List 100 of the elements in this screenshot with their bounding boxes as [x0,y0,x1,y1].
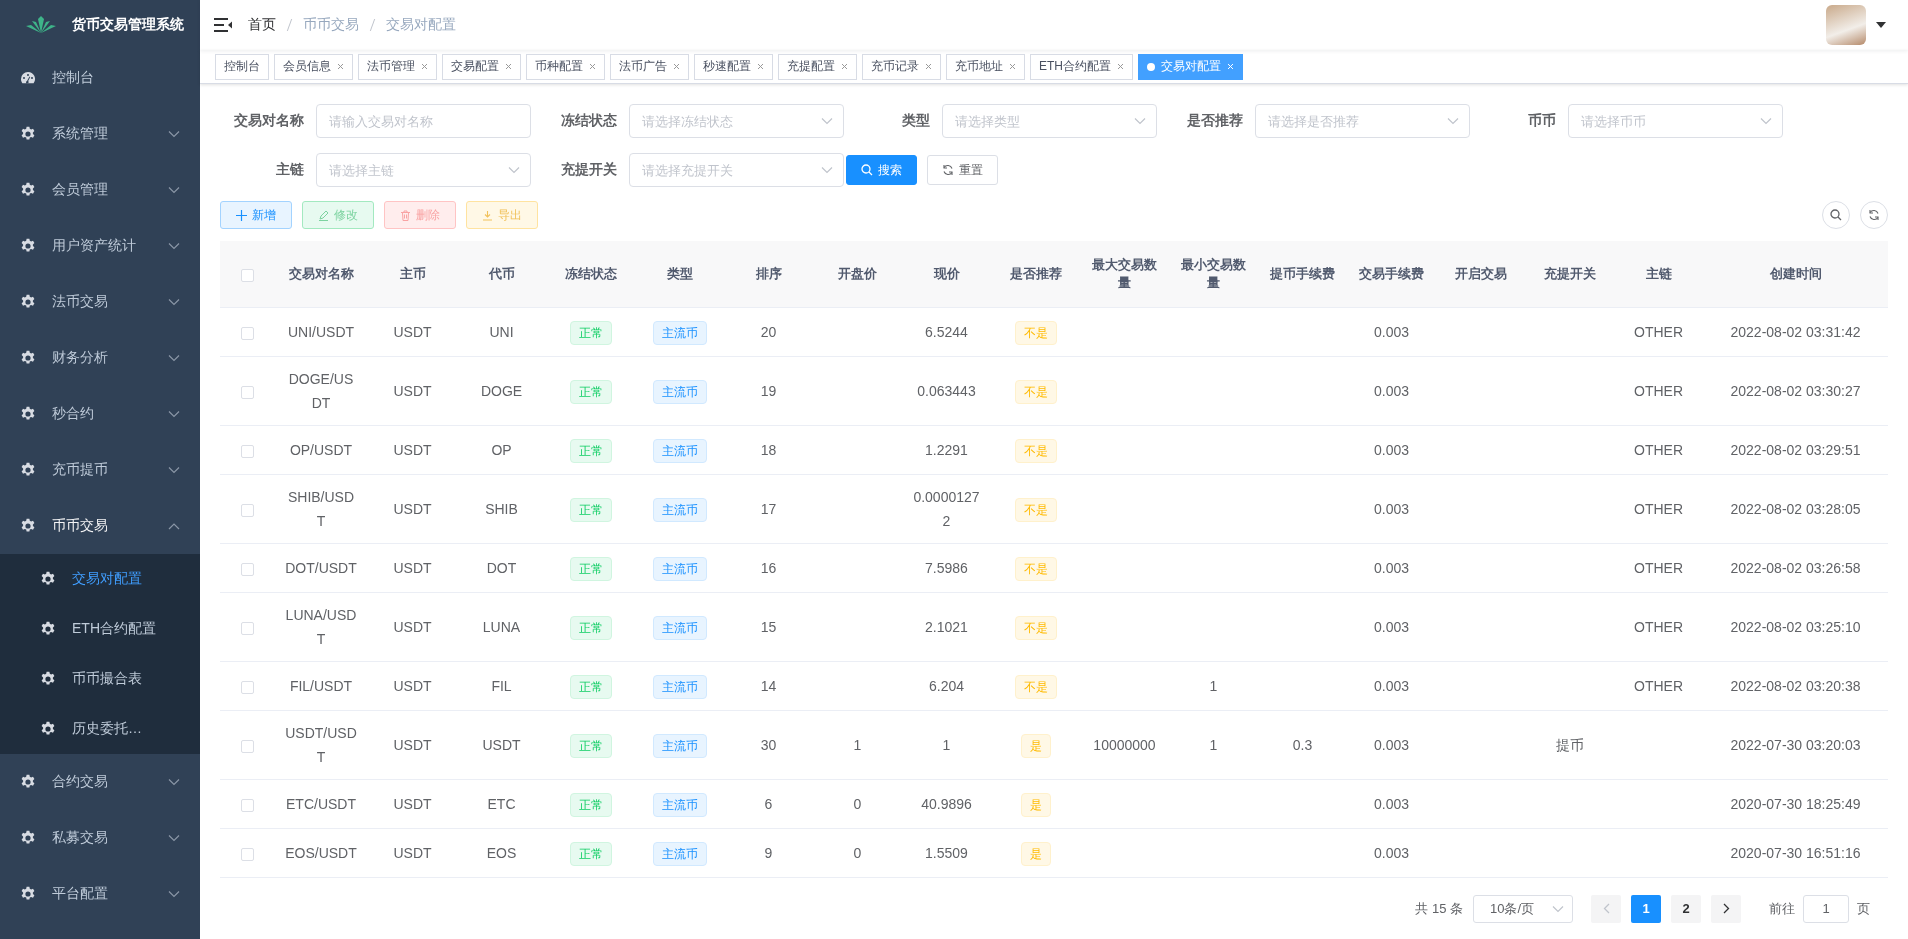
checkbox[interactable] [240,798,254,812]
chevron-left-icon [1602,903,1610,914]
checkbox[interactable] [240,385,254,399]
table-cell: OTHER [1614,425,1703,475]
gear-icon [20,126,36,142]
table-cell: 6.204 [902,661,991,711]
select-field[interactable]: 请选择冻结状态 [629,104,844,138]
table-cell: SHIB [457,474,546,544]
sidebar-item[interactable]: 财务分析 [0,330,200,386]
page-tab[interactable]: ETH合约配置 [1030,53,1133,80]
checkbox[interactable] [240,326,254,340]
avatar-photo-placeholder[interactable] [1826,5,1866,45]
checkbox[interactable] [240,621,254,635]
table-cell: 0.003 [1347,425,1436,475]
reset-button[interactable]: 重置 [927,155,998,185]
select-field[interactable]: 请选择币币 [1568,104,1783,138]
table-cell: DOT/USDT [274,543,368,593]
table-cell: 0.003 [1347,543,1436,593]
page-tab[interactable]: 币种配置 [526,53,605,80]
select-field[interactable]: 请选择充提开关 [629,153,844,187]
page-size-select[interactable]: 10条/页 [1473,894,1573,923]
refresh-button[interactable] [1860,201,1888,229]
checkbox[interactable] [240,739,254,753]
recommend-tag: 不是 [1014,556,1057,581]
page-number-field[interactable]: 1 [1803,894,1849,923]
select-field[interactable]: 请选择类型 [942,104,1157,138]
column-header: 交易对名称 [274,241,368,308]
table-cell: 14 [724,661,813,711]
submenu-item[interactable]: ETH合约配置 [0,604,200,654]
field-label: 币币 [1527,112,1557,130]
sidebar-item[interactable]: 币币交易 [0,498,200,554]
sidebar-item[interactable]: 合约交易 [0,754,200,810]
input-field[interactable]: 请输入交易对名称 [316,104,531,138]
page-tab[interactable]: 会员信息 [274,53,353,80]
sidebar-item[interactable]: 法币交易 [0,274,200,330]
page-tab[interactable]: 秒速配置 [694,53,773,80]
next-page-button[interactable] [1711,894,1741,923]
table-cell: 2022-08-02 03:26:58 [1703,543,1888,593]
gear-icon [40,671,56,687]
page-tab[interactable]: 充币地址 [946,53,1025,80]
refresh-icon [942,164,954,176]
sidebar-item[interactable]: 平台配置 [0,866,200,922]
sidebar-item[interactable]: 用户资产统计 [0,218,200,274]
menu-icon[interactable] [214,18,232,32]
checkbox[interactable] [240,503,254,517]
logo-icon [24,16,58,34]
table-cell: USDT [368,661,457,711]
column-header: 提币手续费 [1258,241,1347,308]
sidebar-item[interactable]: 系统管理 [0,106,200,162]
gear-icon [40,621,56,637]
sidebar-item[interactable]: 充币提币 [0,442,200,498]
table-cell: 0.003 [1347,474,1436,544]
page-tab[interactable]: 充币记录 [862,53,941,80]
checkbox[interactable] [240,680,254,694]
table-cell: USDT [368,543,457,593]
breadcrumb-link[interactable]: 首页 [248,16,276,34]
download-icon [482,209,493,221]
type-tag: 主流币 [652,379,707,404]
checkbox[interactable] [240,847,254,861]
page-tab[interactable]: 法币广告 [610,53,689,80]
sidebar-item[interactable]: 私募交易 [0,810,200,866]
page-tab[interactable]: 充提配置 [778,53,857,80]
sidebar-item[interactable]: 秒合约 [0,386,200,442]
status-tag: 正常 [569,615,612,640]
type-tag: 主流币 [652,615,707,640]
checkbox[interactable] [240,268,254,282]
page-tab[interactable]: 法币管理 [358,53,437,80]
table-cell: EOS/USDT [274,828,368,878]
page-tab[interactable]: 交易配置 [442,53,521,80]
sidebar-item[interactable]: 控制台 [0,50,200,106]
chevron-down-icon [1447,117,1459,125]
gear-icon [20,350,36,366]
type-tag: 主流币 [652,556,707,581]
checkbox[interactable] [240,444,254,458]
page-tab[interactable]: 控制台 [215,53,269,80]
select-field[interactable]: 请选择主链 [316,153,531,187]
table-cell: USDT [368,307,457,357]
search-toggle-button[interactable] [1822,201,1850,229]
table-cell: USDT/USDT [274,710,368,780]
type-tag: 主流币 [652,438,707,463]
refresh-icon [1868,209,1880,221]
table-cell: OTHER [1614,661,1703,711]
page-button[interactable]: 2 [1671,894,1701,923]
table-cell: USDT [457,710,546,780]
submenu-item[interactable]: 币币撮合表 [0,654,200,704]
submenu-item[interactable]: 历史委托… [0,704,200,754]
type-tag: 主流币 [652,733,707,758]
table-cell: ETC/USDT [274,779,368,829]
type-tag: 主流币 [652,320,707,345]
table-cell: 1.2291 [902,425,991,475]
checkbox[interactable] [240,562,254,576]
goto-label: 前往 [1769,899,1795,918]
recommend-tag: 不是 [1014,615,1057,640]
recommend-tag: 不是 [1014,438,1057,463]
sidebar-item[interactable]: 会员管理 [0,162,200,218]
submenu-item[interactable]: 交易对配置 [0,554,200,604]
select-field[interactable]: 请选择是否推荐 [1255,104,1470,138]
gear-icon [40,571,56,587]
recommend-tag: 是 [1020,841,1051,866]
table-cell: DOGE [457,356,546,426]
